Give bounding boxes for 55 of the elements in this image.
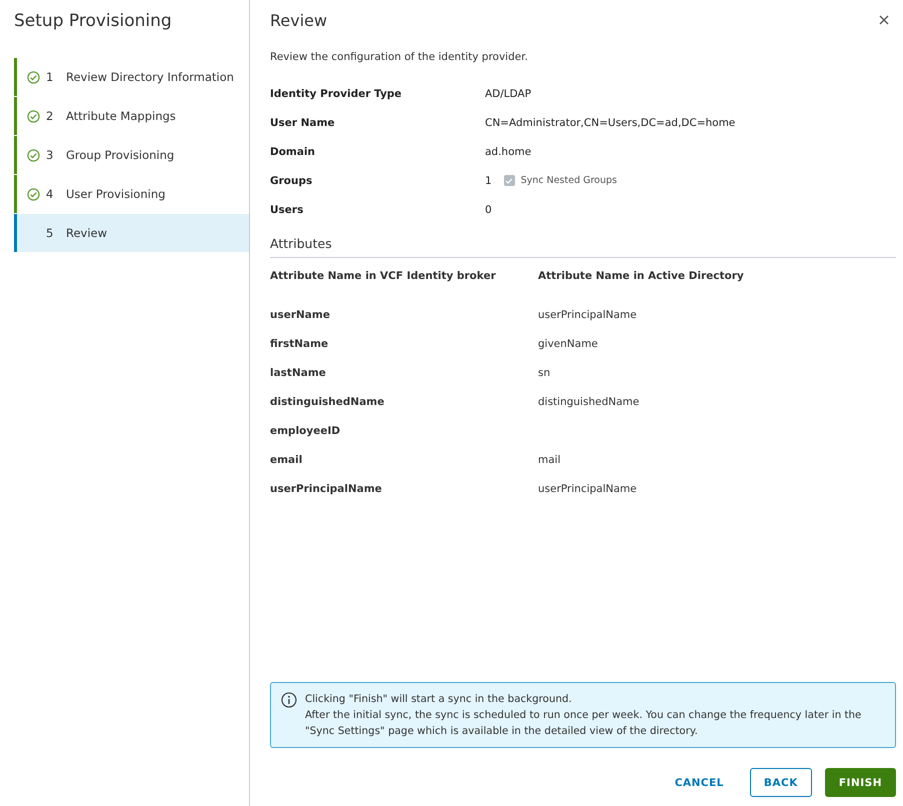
step-label: Attribute Mappings	[66, 109, 176, 123]
field-label: User Name	[270, 116, 336, 130]
column-header: Attribute Name in VCF Identity broker	[270, 269, 497, 284]
close-icon[interactable]	[877, 13, 891, 27]
field-label: Identity Provider Type	[270, 86, 403, 102]
table-cell-text: firstName	[270, 336, 330, 352]
field-label: Domain	[270, 144, 316, 160]
step-label: Review	[66, 226, 108, 240]
description: Review the configuration of the identity provider.	[270, 51, 529, 63]
wizard-step[interactable]: 2 Attribute Mappings	[14, 97, 249, 135]
wizard-step[interactable]: 1 Review Directory Information	[14, 58, 249, 96]
step-number: 5	[46, 226, 54, 240]
table-cell-text: distinguishedName	[270, 394, 386, 410]
column-header: Attribute Name in Active Directory	[538, 269, 745, 284]
field-value: AD/LDAP	[485, 88, 532, 100]
section-heading: Attributes	[270, 228, 896, 258]
table-cell-text: email	[270, 452, 304, 468]
step-number: 2	[46, 109, 54, 123]
wizard-step[interactable]: 5 Review	[14, 214, 249, 252]
field-value: 1	[485, 174, 492, 186]
sidebar-title: Setup Provisioning	[13, 10, 173, 33]
step-label: User Provisioning	[66, 187, 166, 201]
field-value: ad.home	[485, 146, 532, 158]
table-cell-text: distinguishedName	[538, 394, 640, 410]
check-circle-icon	[27, 148, 40, 162]
table-cell-text: userPrincipalName	[270, 482, 383, 496]
back-button[interactable]: BACK	[750, 768, 812, 797]
table-cell-text: lastName	[270, 366, 327, 380]
table-cell-text: sn	[538, 366, 552, 380]
step-label: Group Provisioning	[66, 148, 174, 162]
page-title: Review	[270, 10, 328, 30]
info-text: Clicking "Finish" will start a sync in the background.	[305, 692, 573, 707]
checkbox-label: Sync Nested Groups	[520, 175, 617, 186]
field-value: 0	[485, 204, 492, 216]
table-cell-text: givenName	[538, 336, 599, 352]
table-cell-text: mail	[538, 452, 562, 468]
step-number: 3	[46, 148, 54, 162]
table-cell-text: userName	[270, 308, 331, 322]
finish-button[interactable]: FINISH	[824, 768, 896, 797]
step-label: Review Directory Information	[66, 70, 234, 84]
step-number: 4	[46, 187, 54, 201]
info-icon	[281, 692, 297, 708]
step-number: 1	[46, 70, 54, 84]
wizard-step[interactable]: 3 Group Provisioning	[14, 136, 249, 174]
table-cell-text: userPrincipalName	[538, 482, 638, 496]
check-circle-icon	[27, 70, 40, 84]
field-label: Users	[270, 202, 304, 218]
field-label: Groups	[270, 174, 314, 188]
table-cell-text: employeeID	[270, 424, 342, 438]
field-value: CN=Administrator,CN=Users,DC=ad,DC=home	[485, 116, 736, 128]
table-cell-text: userPrincipalName	[538, 308, 638, 322]
cancel-button[interactable]: CANCEL	[662, 768, 737, 797]
check-circle-icon	[27, 188, 40, 200]
check-circle-icon	[27, 110, 40, 122]
info-text: After the initial sync, the sync is scheduled to run once per week. You can change the frequency later in the "Sync Settings" page which is available in the detailed view of the directory.	[305, 708, 862, 739]
